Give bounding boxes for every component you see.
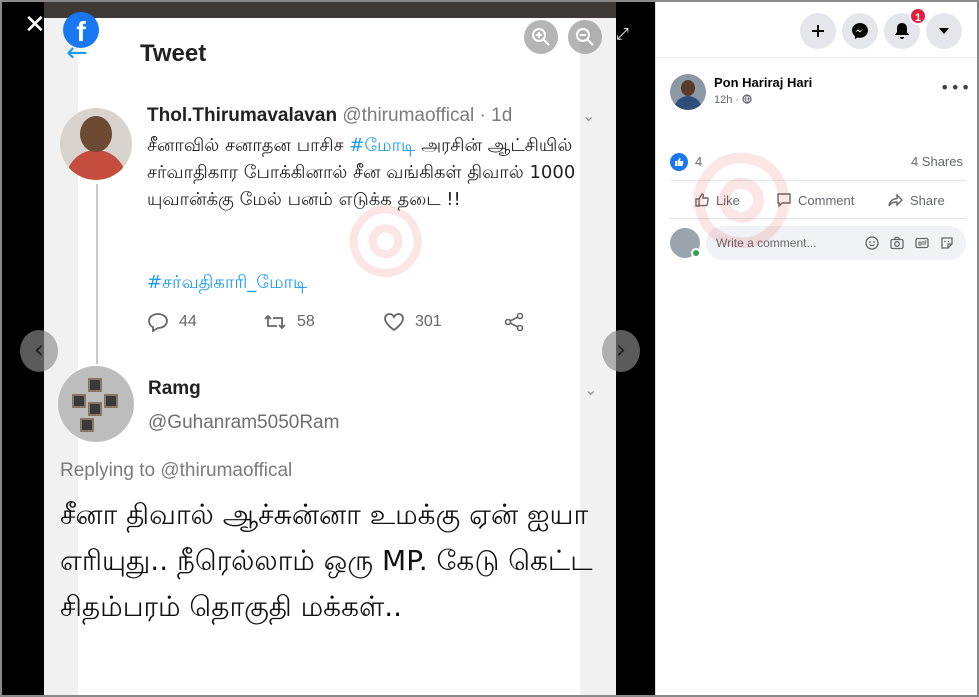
photo-viewer: ← Tweet Thol.Thirumavalavan @thirumaoffi… <box>2 2 655 695</box>
reply-action: 44 <box>147 312 197 332</box>
reaction-count[interactable]: 4 <box>695 154 702 169</box>
previous-photo-button[interactable]: ‹ <box>20 330 58 372</box>
divider <box>670 180 966 181</box>
bell-icon <box>895 23 909 39</box>
tweet-author-handle: @thirumaoffical · 1d <box>342 105 513 126</box>
retweet-count: 58 <box>297 313 315 330</box>
panel-top-bar: 1 <box>656 2 977 58</box>
zoom-out-button[interactable] <box>568 20 602 54</box>
thread-connector-line <box>96 184 98 364</box>
share-arrow-icon <box>888 193 903 207</box>
next-photo-button[interactable]: › <box>602 330 640 372</box>
post-timestamp[interactable]: 12h · <box>714 94 752 106</box>
gif-icon <box>915 237 929 249</box>
sticker-button[interactable] <box>939 235 955 251</box>
create-button[interactable] <box>800 13 836 49</box>
reply-icon <box>148 313 168 332</box>
replying-to-text: Replying to @thirumaoffical <box>60 460 293 481</box>
gif-button[interactable] <box>914 235 930 251</box>
close-viewer-button[interactable]: ✕ <box>24 12 46 38</box>
messenger-icon <box>852 23 868 39</box>
post-author-name[interactable]: Pon Hariraj Hari <box>714 75 812 90</box>
comment-box <box>706 226 966 260</box>
comment-tools <box>864 235 955 251</box>
like-button-label: Like <box>716 192 740 208</box>
tweet-author-name: Thol.Thirumavalavan <box>147 105 338 126</box>
comment-input[interactable] <box>716 226 866 260</box>
reply-count: 44 <box>179 313 197 330</box>
globe-icon <box>742 94 752 104</box>
notification-badge: 1 <box>909 7 927 25</box>
screenshot-frame: ← Tweet Thol.Thirumavalavan @thirumaoffi… <box>0 0 979 697</box>
heart-icon <box>384 313 404 332</box>
share-button[interactable]: Share <box>888 189 945 211</box>
reply-body: சீனா திவால் ஆச்சுன்னா உமக்கு ஏன் ஐயா எரி… <box>60 498 593 623</box>
tweet-hashtag-modi: #மோடி <box>349 135 416 156</box>
tweet-heading: Tweet <box>140 40 207 67</box>
screenshot-top-strip <box>44 2 616 18</box>
like-count: 301 <box>415 313 442 330</box>
divider <box>670 218 966 219</box>
comment-button-label: Comment <box>798 192 855 208</box>
post-details-panel: 1 Pon Hariraj Hari 12h · ••• 4 4 Shares … <box>655 2 977 695</box>
like-action: 301 <box>383 312 442 332</box>
camera-icon <box>890 236 904 250</box>
sticker-icon <box>941 237 953 249</box>
retweet-action: 58 <box>263 312 315 332</box>
like-reaction-icon[interactable] <box>670 153 688 171</box>
chevron-down-icon: ⌄ <box>584 380 598 399</box>
smiley-icon <box>865 236 879 250</box>
tweet-hashtag-dictator: #சர்வதிகாரி_மோடி <box>147 272 308 293</box>
share-button-label: Share <box>910 192 945 208</box>
tweet-author-avatar <box>60 108 132 180</box>
photo-button[interactable] <box>889 235 905 251</box>
reply-author-avatar <box>58 366 134 442</box>
retweet-icon <box>264 314 286 330</box>
online-status-dot <box>691 248 701 258</box>
zoom-in-button[interactable] <box>524 20 558 54</box>
emoji-button[interactable] <box>864 235 880 251</box>
replying-to-label: Replying to @thirumaoffical <box>60 460 292 482</box>
messenger-button[interactable] <box>842 13 878 49</box>
share-nodes-icon <box>504 312 524 332</box>
tweet-screenshot-image: ← Tweet Thol.Thirumavalavan @thirumaoffi… <box>44 2 616 695</box>
tweet-actions: 44 58 301 <box>147 312 547 338</box>
shares-count[interactable]: 4 Shares <box>911 154 963 169</box>
post-author-avatar[interactable] <box>670 74 706 110</box>
like-button[interactable]: Like <box>694 189 740 211</box>
zoom-in-icon <box>532 28 550 46</box>
facebook-logo-icon[interactable]: f <box>63 12 99 48</box>
chevron-down-icon: ⌄ <box>582 106 596 125</box>
plus-icon <box>812 25 824 37</box>
reply-author-name: Ramg <box>148 378 201 399</box>
post-options-button[interactable]: ••• <box>940 78 971 97</box>
thumbs-up-outline-icon <box>695 193 709 207</box>
caret-down-icon <box>939 28 949 34</box>
share-action <box>503 312 525 332</box>
account-menu-button[interactable] <box>926 13 962 49</box>
reply-author-handle: @Guhanram5050Ram <box>148 412 340 433</box>
tweet-author: Thol.Thirumavalavan @thirumaoffical · 1d <box>147 105 512 127</box>
comment-button[interactable]: Comment <box>776 189 854 211</box>
zoom-out-icon <box>576 28 594 46</box>
fullscreen-expand-icon[interactable]: ⤢ <box>616 24 629 44</box>
comment-bubble-icon <box>777 193 791 208</box>
tweet-body: சீனாவில் சனாதன பாசிச #மோடி அரசின் ஆட்சிய… <box>147 132 587 213</box>
tweet-text-part1: சீனாவில் சனாதன பாசிச <box>147 135 350 156</box>
post-time-text: 12h · <box>714 94 740 106</box>
thumbs-up-icon <box>675 158 684 166</box>
